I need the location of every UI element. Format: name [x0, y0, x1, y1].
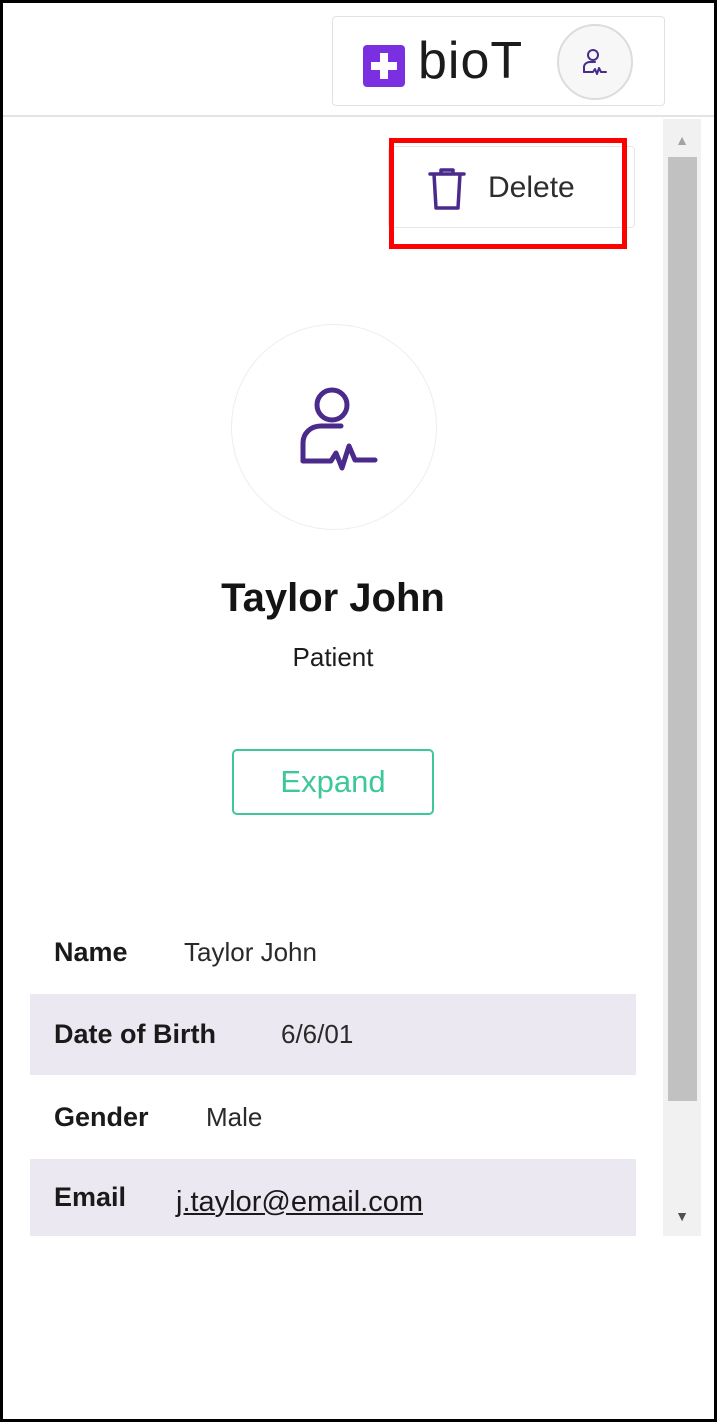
detail-row-gender: Gender Male	[30, 1077, 636, 1158]
vertical-scrollbar[interactable]: ▲ ▼	[663, 119, 701, 1236]
patient-heartbeat-icon	[300, 387, 378, 471]
delete-button[interactable]: Delete	[389, 147, 636, 229]
detail-row-name: Name Taylor John	[30, 912, 636, 993]
detail-label: Gender	[54, 1102, 149, 1132]
scroll-thumb[interactable]	[668, 157, 697, 1101]
account-button[interactable]	[557, 24, 633, 100]
detail-label: Name	[54, 937, 128, 967]
patient-role: Patient	[292, 642, 374, 672]
detail-label: Email	[54, 1182, 127, 1212]
detail-row-email: Email j.taylor@email.com	[30, 1159, 636, 1236]
scroll-up-arrow-icon[interactable]: ▲	[663, 125, 701, 155]
detail-label: Date of Birth	[54, 1019, 216, 1049]
app-header: bioT	[3, 3, 714, 117]
patient-panel: Delete Taylor John Patient Expand Name T…	[3, 119, 663, 1239]
delete-toolbar: Delete	[388, 146, 635, 228]
trash-icon	[428, 168, 466, 210]
brand-name: bioT	[418, 32, 524, 90]
biot-logo-icon	[363, 45, 405, 87]
patient-avatar	[231, 324, 437, 530]
detail-value: Taylor John	[184, 937, 317, 967]
scroll-down-arrow-icon[interactable]: ▼	[663, 1201, 701, 1231]
detail-value: 6/6/01	[281, 1019, 354, 1049]
brand-card: bioT	[332, 16, 665, 106]
user-heartbeat-icon	[583, 49, 607, 75]
detail-value: Male	[206, 1102, 263, 1132]
delete-label: Delete	[488, 171, 575, 204]
email-link[interactable]: j.taylor@email.com	[176, 1159, 423, 1245]
patient-name: Taylor John	[221, 576, 445, 620]
detail-row-dob: Date of Birth 6/6/01	[30, 994, 636, 1075]
expand-button[interactable]: Expand	[232, 749, 434, 815]
